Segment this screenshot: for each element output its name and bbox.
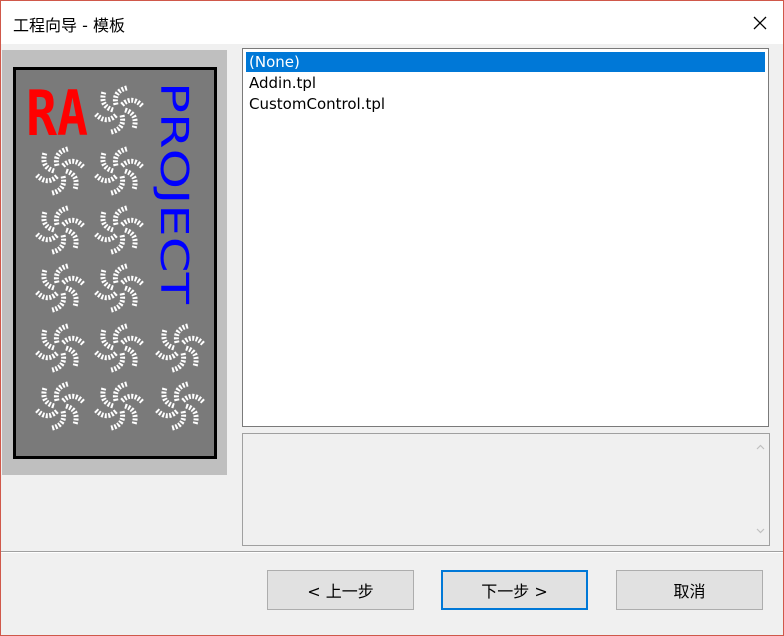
- wizard-content: RA PROJECT (None) Addin.tpl CustomContro…: [1, 44, 783, 635]
- swirl-tile: [93, 146, 145, 196]
- swirl-tile: [93, 263, 145, 313]
- title-bar: 工程向导 - 模板: [1, 1, 783, 44]
- swirl-tile: [34, 205, 86, 255]
- banner-logo: RA: [26, 77, 88, 150]
- swirl-tile: [154, 323, 206, 373]
- description-scrollbar[interactable]: [752, 434, 769, 545]
- swirl-tile: [34, 381, 86, 431]
- swirl-tile: [34, 323, 86, 373]
- project-banner: RA PROJECT: [13, 67, 217, 459]
- swirl-tile: [154, 381, 206, 431]
- separator-highlight: [1, 552, 783, 553]
- cancel-button[interactable]: 取消: [616, 570, 763, 610]
- template-listbox[interactable]: (None) Addin.tpl CustomControl.tpl: [242, 48, 769, 427]
- swirl-tile: [93, 381, 145, 431]
- swirl-tile: [93, 205, 145, 255]
- chevron-up-icon[interactable]: [756, 443, 765, 452]
- description-box: [242, 433, 770, 546]
- swirl-tile: [34, 263, 86, 313]
- list-item[interactable]: CustomControl.tpl: [246, 94, 765, 114]
- list-item[interactable]: Addin.tpl: [246, 73, 765, 93]
- chevron-down-icon[interactable]: [756, 526, 765, 535]
- swirl-tile: [34, 146, 86, 196]
- window-title: 工程向导 - 模板: [13, 16, 125, 35]
- close-icon: [753, 16, 767, 29]
- close-button[interactable]: [737, 1, 783, 44]
- list-item[interactable]: (None): [246, 52, 765, 72]
- back-button[interactable]: < 上一步: [267, 570, 414, 610]
- banner-frame: RA PROJECT: [2, 50, 227, 475]
- banner-project-text: PROJECT: [152, 82, 196, 305]
- next-button[interactable]: 下一步 >: [441, 570, 588, 610]
- swirl-tile: [93, 85, 145, 135]
- banner-image: RA PROJECT: [26, 77, 206, 431]
- wizard-window: 工程向导 - 模板 RA PROJECT (None) Addin.tpl Cu…: [0, 0, 784, 636]
- swirl-tile: [93, 323, 145, 373]
